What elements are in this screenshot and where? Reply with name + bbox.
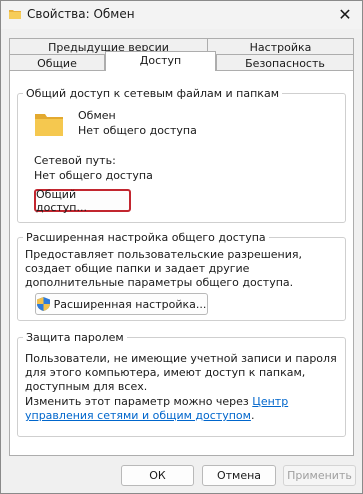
ok-button-label: ОК [149,469,166,482]
close-button[interactable]: ✕ [334,4,356,26]
dialog-button-bar: ОК Отмена Применить [1,456,362,493]
apply-button-label: Применить [287,469,352,482]
advanced-sharing-group: Расширенная настройка общего доступа Пре… [17,231,346,321]
folder-icon [35,114,63,136]
uac-shield-icon [36,297,50,311]
network-sharing-group: Общий доступ к сетевым файлам и папкам О… [17,87,346,223]
network-path-label: Сетевой путь: [34,154,116,167]
password-description: Пользователи, не имеющие учетной записи … [25,352,337,393]
cancel-button-label: Отмена [216,469,262,482]
password-change-text: Изменить этот параметр можно через Центр… [25,395,341,423]
group-title: Защита паролем [23,331,127,344]
tab-label: Настройка [249,41,312,54]
properties-window: Свойства: Обмен ✕ Предыдущие версии Наст… [0,0,363,494]
advanced-sharing-button-label: Расширенная настройка... [53,297,207,311]
cancel-button[interactable]: Отмена [202,465,276,486]
password-protection-group: Защита паролем Пользователи, не имеющие … [17,331,346,437]
tab-label: Доступ [139,54,182,67]
sharing-tab-panel: Общий доступ к сетевым файлам и папкам О… [9,70,354,456]
folder-share-status: Нет общего доступа [78,124,197,137]
folder-icon [9,10,21,19]
title-bar: Свойства: Обмен ✕ [1,1,362,29]
group-title: Общий доступ к сетевым файлам и папкам [23,87,282,100]
ok-button[interactable]: ОК [121,465,194,486]
folder-name: Обмен [78,109,116,122]
close-icon: ✕ [338,5,352,24]
period: . [250,409,255,422]
apply-button[interactable]: Применить [283,465,356,486]
group-title: Расширенная настройка общего доступа [23,231,269,244]
change-setting-text: Изменить этот параметр можно через [25,395,253,408]
advanced-sharing-button[interactable]: Расширенная настройка... [35,293,208,315]
tab-customize[interactable]: Настройка [207,38,354,55]
tab-security[interactable]: Безопасность [216,54,354,71]
window-title: Свойства: Обмен [27,7,135,21]
tab-sharing[interactable]: Доступ [105,51,216,71]
tab-label: Общие [37,57,77,70]
network-path-value: Нет общего доступа [34,169,153,182]
tab-general[interactable]: Общие [9,54,105,71]
tab-label: Безопасность [245,57,325,70]
share-button-label: Общий доступ... [36,187,87,214]
share-button[interactable]: Общий доступ... [34,187,131,214]
advanced-description: Предоставляет пользовательские разрешени… [25,248,302,289]
